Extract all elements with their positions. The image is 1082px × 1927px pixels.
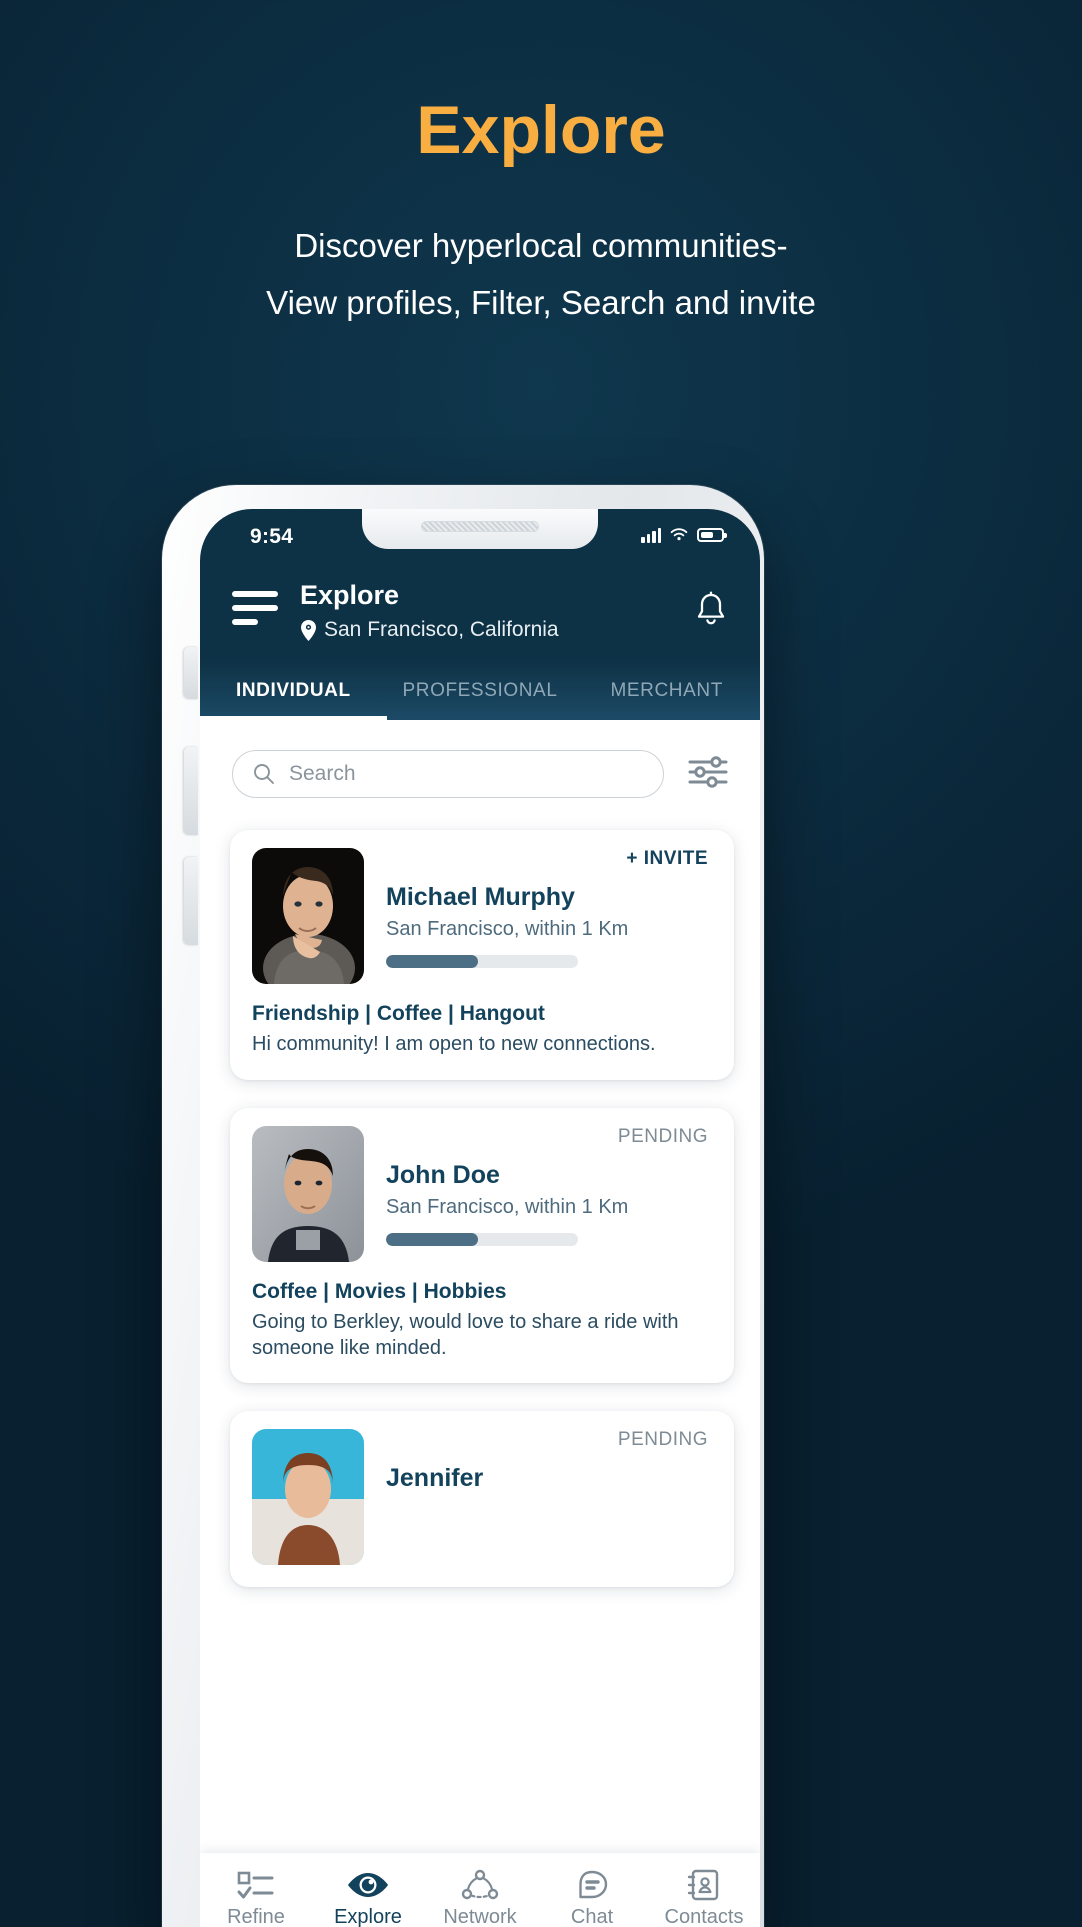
nav-label-chat: Chat [570, 1906, 614, 1927]
profile-card[interactable]: + INVITE Michael Murphy San Francisco, w… [230, 830, 734, 1080]
profile-name: Jennifer [386, 1464, 484, 1493]
eye-icon [348, 1873, 388, 1897]
category-tabs: INDIVIDUAL PROFESSIONAL MERCHANT [200, 660, 760, 721]
volume-down-button[interactable] [184, 857, 198, 945]
mute-switch[interactable] [184, 647, 198, 699]
avatar[interactable] [252, 1429, 364, 1566]
tab-individual[interactable]: INDIVIDUAL [200, 660, 387, 721]
status-indicators [641, 526, 727, 543]
promo-subtitle: Discover hyperlocal communities- View pr… [0, 218, 1082, 332]
phone-notch [362, 509, 598, 549]
profile-location: San Francisco, within 1 Km [386, 918, 629, 941]
profile-location: San Francisco, within 1 Km [386, 1195, 629, 1218]
volume-up-button[interactable] [184, 747, 198, 835]
search-input[interactable]: Search [232, 750, 664, 799]
cellular-signal-icon [641, 526, 661, 543]
battery-icon [697, 527, 727, 542]
profile-name: Michael Murphy [386, 883, 575, 912]
map-pin-icon [301, 619, 316, 641]
nav-label-network: Network [443, 1906, 517, 1927]
status-time: 9:54 [250, 525, 294, 548]
nav-item-refine[interactable]: Refine [200, 1869, 312, 1927]
jennifer-photo [252, 1429, 364, 1566]
search-icon [254, 764, 274, 785]
nav-label-explore: Explore [334, 1906, 402, 1927]
hamburger-menu-icon[interactable] [232, 579, 278, 625]
nav-item-contacts[interactable]: Contacts [648, 1869, 760, 1927]
profile-name: John Doe [386, 1160, 500, 1189]
status-badge: PENDING [617, 1125, 708, 1147]
header-location[interactable]: San Francisco, California [300, 618, 672, 642]
michael-murphy-photo [252, 848, 364, 985]
promo-subtitle-line2: View profiles, Filter, Search and invite [266, 283, 816, 321]
phone-mockup: 9:54 Explore San Francisco, California I… [126, 485, 764, 1927]
nav-label-contacts: Contacts [664, 1906, 744, 1927]
status-badge[interactable]: + INVITE [626, 848, 708, 870]
status-badge: PENDING [617, 1429, 708, 1451]
profile-progress-fill [386, 955, 479, 969]
tab-merchant[interactable]: MERCHANT [573, 660, 760, 720]
john-doe-photo [252, 1125, 364, 1262]
nav-label-refine: Refine [227, 1906, 285, 1927]
checklist-icon [237, 1871, 274, 1899]
avatar[interactable] [252, 1125, 364, 1262]
chat-bubble-icon [579, 1870, 608, 1899]
bell-icon[interactable] [694, 579, 728, 634]
app-title: Explore [300, 580, 400, 610]
tab-professional[interactable]: PROFESSIONAL [387, 660, 574, 720]
profile-bio: Going to Berkley, would love to share a … [252, 1310, 679, 1359]
nav-item-explore[interactable]: Explore [312, 1869, 424, 1927]
filter-sliders-icon[interactable] [686, 754, 730, 795]
profile-tags: Friendship | Coffee | Hangout [252, 1002, 545, 1026]
header-location-label: San Francisco, California [324, 618, 559, 642]
earpiece-speaker [421, 521, 539, 532]
profile-card[interactable]: PENDING John Doe San Francisco, within 1… [230, 1107, 734, 1384]
network-nodes-icon [461, 1869, 499, 1900]
profile-card[interactable]: PENDING Jennifer [230, 1411, 734, 1588]
promo-header: Explore Discover hyperlocal communities-… [0, 0, 1082, 332]
wifi-icon [670, 527, 688, 540]
main-content: Search + INVITE Michael Murphy San Franc… [200, 720, 760, 1927]
nav-item-network[interactable]: Network [424, 1869, 536, 1927]
nav-item-chat[interactable]: Chat [536, 1869, 648, 1927]
profile-bio: Hi community! I am open to new connectio… [252, 1033, 656, 1056]
phone-body: 9:54 Explore San Francisco, California I… [162, 485, 764, 1927]
page-title: Explore [416, 92, 666, 168]
profile-progress-bar [386, 955, 578, 969]
profile-tags: Coffee | Movies | Hobbies [252, 1279, 507, 1303]
app-header: Explore San Francisco, California [200, 567, 760, 661]
phone-screen: 9:54 Explore San Francisco, California I… [200, 509, 760, 1927]
status-bar: 9:54 [200, 509, 760, 567]
promo-subtitle-line1: Discover hyperlocal communities- [294, 227, 788, 264]
search-row: Search [200, 720, 760, 802]
contact-card-icon [687, 1869, 719, 1901]
avatar[interactable] [252, 848, 364, 985]
bottom-navigation: Refine Explore Network Chat Contacts [200, 1853, 760, 1927]
search-placeholder: Search [289, 762, 356, 786]
profile-progress-fill [386, 1232, 479, 1246]
header-text-block: Explore San Francisco, California [300, 579, 672, 642]
profile-progress-bar [386, 1232, 578, 1246]
